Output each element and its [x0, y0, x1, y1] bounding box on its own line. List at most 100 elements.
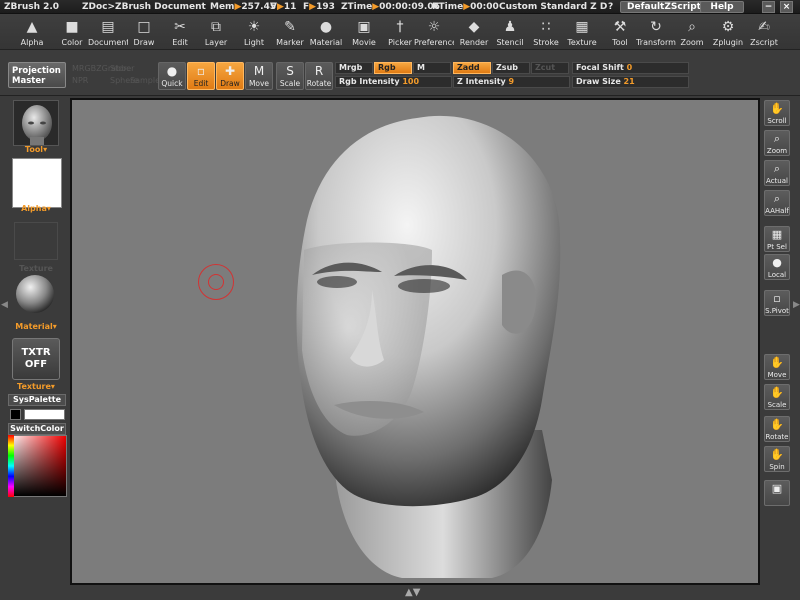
draw-size-slider[interactable]: Draw Size 21 — [572, 76, 689, 88]
zadd-toggle[interactable]: Zadd — [453, 62, 491, 74]
texture-label: Texture — [17, 382, 51, 391]
bottom-tray-arrow-icon[interactable]: ▲▼ — [405, 587, 420, 598]
left-tray-arrow-icon[interactable]: ◀ — [1, 300, 8, 310]
local-shelf-button[interactable]: ● Local — [764, 254, 790, 280]
s-pivot-shelf-button[interactable]: ▫ S.Pivot — [764, 290, 790, 316]
scroll-shelf-button[interactable]: ✋ Scroll — [764, 100, 790, 126]
menu-label: Marker — [276, 38, 304, 47]
zsub-toggle[interactable]: Zsub — [492, 62, 530, 74]
menu-stroke[interactable]: ∷ Stroke — [526, 16, 566, 50]
secondary-color-swatch[interactable] — [10, 409, 21, 420]
menu-zplugin[interactable]: ⚙ Zplugin — [708, 16, 748, 50]
color-icon: ■ — [65, 19, 79, 35]
menu-preferences[interactable]: ☼ Preferences — [414, 16, 454, 50]
material-caption[interactable]: Material▾ — [10, 322, 62, 331]
help-question[interactable]: ? — [608, 2, 613, 12]
material-thumbnail[interactable] — [15, 274, 55, 314]
minimize-button[interactable]: − — [762, 1, 775, 13]
material-sphere-icon — [16, 275, 54, 313]
mem-label: Mem — [210, 2, 235, 12]
menu-layer[interactable]: ⧉ Layer — [196, 16, 236, 50]
menu-light[interactable]: ☀ Light — [234, 16, 274, 50]
alpha-caption[interactable]: Alpha▾ — [10, 204, 62, 213]
zoom-shelf-button[interactable]: ⌕ Zoom — [764, 130, 790, 156]
move-shelf-button[interactable]: ✋ Move — [764, 354, 790, 380]
menu-alpha[interactable]: ▲ Alpha — [12, 16, 52, 50]
switchcolor-button[interactable]: SwitchColor — [8, 423, 66, 435]
document-icon: ▤ — [101, 19, 115, 35]
tool-caption[interactable]: Tool▾ — [10, 145, 62, 154]
tool-button-label: Draw — [220, 79, 240, 88]
rotate-shelf-button[interactable]: ✋ Rotate — [764, 416, 790, 442]
local-icon: ● — [772, 256, 782, 269]
zcut-toggle[interactable]: Zcut — [531, 62, 569, 74]
draw-size-value: 21 — [623, 77, 635, 86]
main-color-swatch[interactable] — [24, 409, 65, 420]
z-intensity-slider[interactable]: Z Intensity 9 — [453, 76, 570, 88]
m-toggle[interactable]: M — [413, 62, 451, 74]
color-picker[interactable] — [8, 435, 67, 497]
menu-marker[interactable]: ✎ Marker — [270, 16, 310, 50]
spin-shelf-button[interactable]: ✋ Spin — [764, 446, 790, 472]
menu-tool[interactable]: ⚒ Tool — [600, 16, 640, 50]
help-button[interactable]: Help — [700, 1, 744, 13]
v-label: V — [270, 2, 277, 12]
draw-button[interactable]: ✚ Draw — [216, 62, 244, 90]
material-label: Material — [15, 322, 53, 331]
zscript-icon: ✍ — [758, 19, 770, 35]
projection-master-button[interactable]: Projection Master — [8, 62, 66, 88]
menu-edit[interactable]: ✂ Edit — [160, 16, 200, 50]
texture-caption[interactable]: Texture▾ — [10, 382, 62, 391]
edit-button[interactable]: ▫ Edit — [187, 62, 215, 90]
rgb-intensity-slider[interactable]: Rgb Intensity 100 — [335, 76, 452, 88]
right-tray-arrow-icon[interactable]: ▶ — [793, 300, 800, 310]
menu-movie[interactable]: ▣ Movie — [344, 16, 384, 50]
alpha-thumbnail[interactable] — [12, 158, 62, 208]
menu-zoom[interactable]: ⌕ Zoom — [672, 16, 712, 50]
menu-texture[interactable]: ▦ Texture — [562, 16, 602, 50]
focal-shift-slider[interactable]: Focal Shift 0 — [572, 62, 689, 74]
move-button[interactable]: M Move — [245, 62, 273, 90]
actual-shelf-button[interactable]: ⌕ Actual — [764, 160, 790, 186]
menu-label: Stroke — [533, 38, 559, 47]
scale-mode-icon: S — [286, 64, 294, 78]
app-name: ZBrush 2.0 — [4, 2, 60, 12]
rotate-button[interactable]: R Rotate — [305, 62, 333, 90]
ghost-label: NPR — [72, 76, 89, 85]
scale-button[interactable]: S Scale — [276, 62, 304, 90]
document-path[interactable]: ZDoc>ZBrush Document — [82, 2, 206, 12]
texture-off-button[interactable]: TXTR OFF — [12, 338, 60, 380]
close-button[interactable]: × — [780, 1, 793, 13]
z-intensity-value: 9 — [508, 77, 515, 86]
menu-draw[interactable]: □ Draw — [124, 16, 164, 50]
alpha-label: Alpha — [21, 204, 47, 213]
tool-button-label: Quick — [161, 79, 183, 88]
mrgb-toggle[interactable]: Mrgb — [335, 62, 373, 74]
hue-strip[interactable] — [8, 435, 14, 497]
menu-label: Material — [309, 38, 343, 47]
f-value: 193 — [316, 2, 335, 12]
aahalf-shelf-button[interactable]: ⌕ AAHalf — [764, 190, 790, 216]
focal-shift-label: Focal Shift — [576, 63, 624, 72]
tool-button-label: Rotate — [306, 79, 332, 88]
document-canvas[interactable] — [70, 98, 760, 585]
menu-render[interactable]: ◆ Render — [454, 16, 494, 50]
tool-thumbnail[interactable] — [13, 100, 59, 146]
default-script-button[interactable]: DefaultZScript — [620, 1, 708, 13]
shelf-button-label: Pt Sel — [767, 243, 787, 251]
scale-shelf-button[interactable]: ✋ Scale — [764, 384, 790, 410]
menu-document[interactable]: ▤ Document — [88, 16, 128, 50]
pt-sel-shelf-button[interactable]: ▦ Pt Sel — [764, 226, 790, 252]
syspalette-button[interactable]: SysPalette — [8, 394, 66, 406]
menu-stencil[interactable]: ♟ Stencil — [490, 16, 530, 50]
rotate-mode-icon: R — [314, 64, 324, 78]
menu-label: Movie — [352, 38, 376, 47]
head-model[interactable] — [72, 100, 758, 583]
menu-material[interactable]: ● Material — [306, 16, 346, 50]
rgb-toggle[interactable]: Rgb — [374, 62, 412, 74]
menu-transform[interactable]: ↻ Transform — [636, 16, 676, 50]
quick-button[interactable]: ● Quick — [158, 62, 186, 90]
menu-zscript[interactable]: ✍ Zscript — [744, 16, 784, 50]
camera-shelf-button[interactable]: ▣ — [764, 480, 790, 506]
menu-color[interactable]: ■ Color — [52, 16, 92, 50]
